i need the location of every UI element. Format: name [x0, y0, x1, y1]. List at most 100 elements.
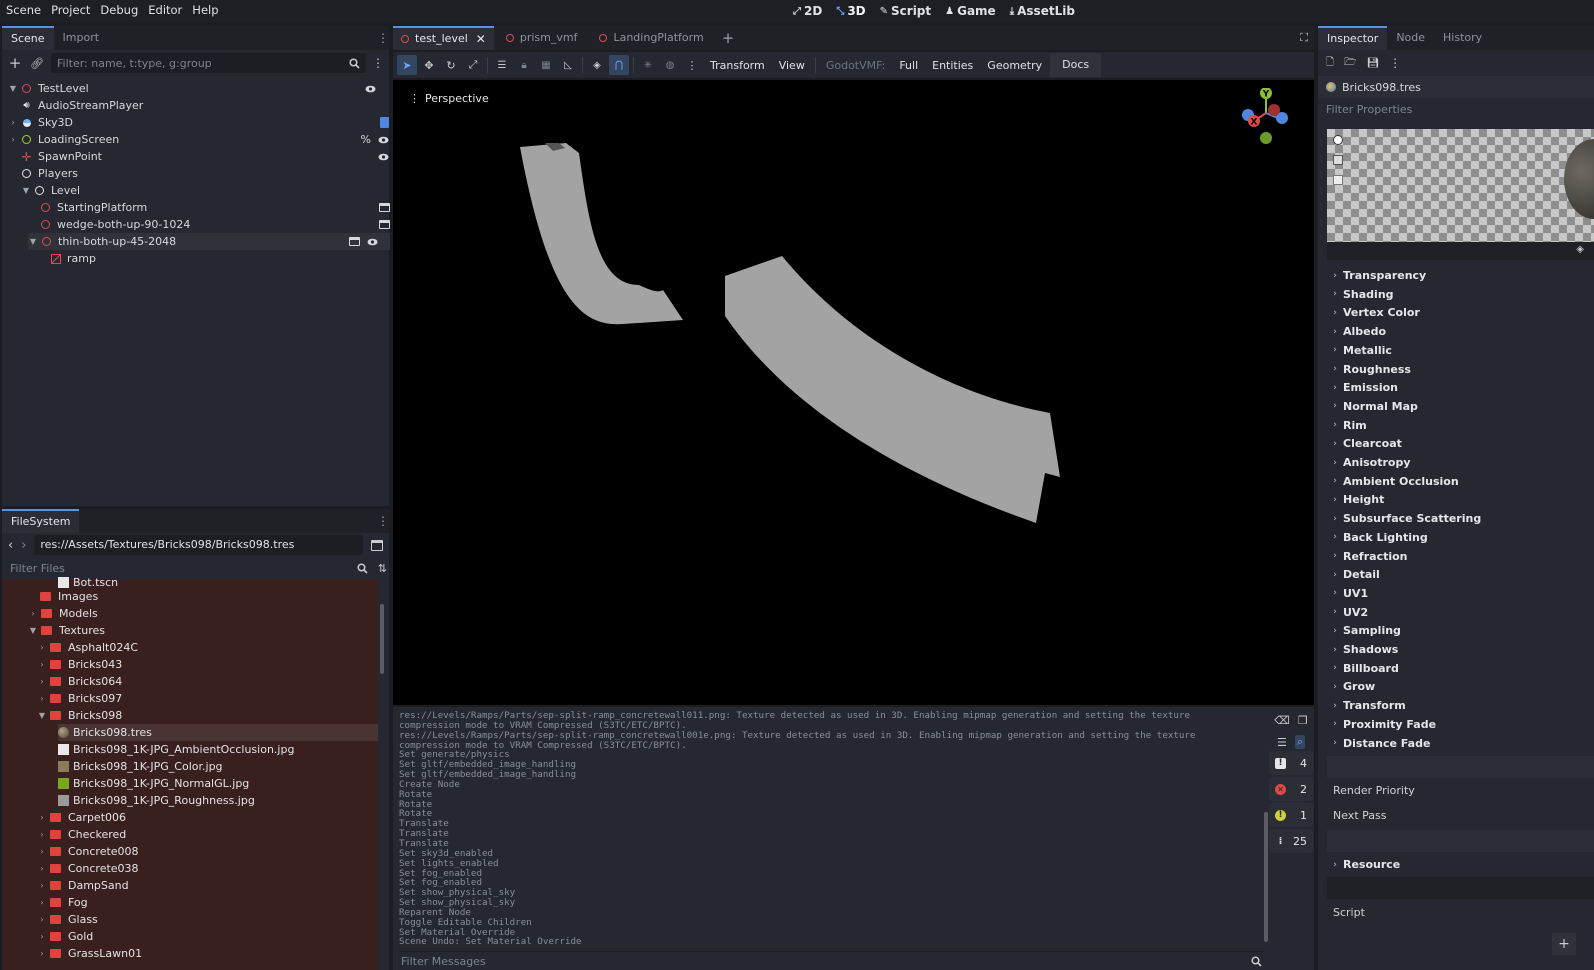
chevron-down-icon[interactable]: ▼	[21, 186, 31, 195]
workspace-game-button[interactable]: ♟ Game	[938, 0, 1003, 22]
workspace-script-button[interactable]: ✎ Script	[873, 0, 939, 22]
chevron-right-icon[interactable]: ›	[8, 118, 18, 127]
visibility-icon[interactable]	[378, 136, 389, 144]
file-row-bricks097[interactable]: › Bricks097	[37, 690, 389, 707]
file-row-bricks064[interactable]: › Bricks064	[37, 673, 389, 690]
file-row-gold[interactable]: › Gold	[37, 928, 389, 945]
godotvmf-full-button[interactable]: Full	[893, 59, 924, 72]
path-input[interactable]: res://Assets/Textures/Bricks098/Bricks09…	[34, 535, 363, 555]
file-row-roughness[interactable]: Bricks098_1K-JPG_Roughness.jpg	[58, 792, 389, 809]
environment-preview-icon[interactable]: ◍	[660, 55, 680, 75]
tree-row-testlevel[interactable]: ▼ TestLevel	[8, 80, 388, 97]
chevron-right-icon[interactable]: ›	[37, 864, 47, 873]
tree-row-audiostreamplayer[interactable]: 🔊︎ AudioStreamPlayer	[21, 97, 401, 114]
ruler-icon[interactable]: ◺	[558, 55, 578, 75]
scene-filter-input[interactable]: Filter: name, t:type, g:group	[51, 53, 366, 73]
view-menu[interactable]: View	[773, 59, 811, 72]
chevron-down-icon[interactable]: ▼	[37, 711, 47, 720]
section-anisotropy[interactable]: › Anisotropy	[1327, 453, 1410, 472]
menu-help[interactable]: Help	[187, 0, 223, 22]
info-toggle[interactable]: ⁞ 25	[1269, 829, 1313, 853]
tab-inspector[interactable]: Inspector	[1318, 26, 1388, 50]
tree-row-spawnpoint[interactable]: ✛ SpawnPoint	[21, 148, 401, 165]
instance-icon[interactable]	[379, 203, 390, 212]
back-icon[interactable]: ‹	[8, 538, 13, 553]
section-normal-map[interactable]: › Normal Map	[1327, 397, 1418, 416]
godotvmf-docs-button[interactable]: Docs	[1050, 53, 1102, 77]
fullscreen-icon[interactable]: ⛶	[1294, 26, 1314, 50]
menu-project[interactable]: Project	[46, 0, 95, 22]
section-distance-fade[interactable]: › Distance Fade	[1327, 734, 1430, 753]
tree-row-thin[interactable]: ▼ thin-both-up-45-2048	[28, 233, 390, 250]
split-view-icon[interactable]	[371, 539, 383, 551]
editor-tab-prism-vmf[interactable]: prism_vmf	[494, 26, 590, 50]
add-node-icon[interactable]: +	[7, 54, 23, 72]
section-grow[interactable]: › Grow	[1327, 677, 1375, 696]
visibility-icon[interactable]	[378, 153, 389, 161]
chevron-right-icon[interactable]: ›	[37, 643, 47, 652]
group-icon[interactable]: ▦	[536, 55, 556, 75]
plane-preview-icon[interactable]	[1333, 175, 1343, 185]
snap-icon[interactable]: ⋂	[609, 55, 629, 75]
file-row-grasslawn[interactable]: › GrassLawn01	[37, 945, 389, 962]
godotvmf-entities-button[interactable]: Entities	[926, 59, 979, 72]
editor-tab-landingplatform[interactable]: LandingPlatform	[589, 26, 713, 50]
cube-preview-icon[interactable]	[1333, 155, 1343, 165]
file-row-bricks098[interactable]: ▼ Bricks098	[37, 707, 389, 724]
tab-history[interactable]: History	[1434, 26, 1491, 50]
open-resource-icon[interactable]: 🗁︎	[1344, 55, 1356, 72]
file-row-color[interactable]: Bricks098_1K-JPG_Color.jpg	[58, 758, 389, 775]
section-albedo[interactable]: › Albedo	[1327, 322, 1386, 341]
file-row-concrete038[interactable]: › Concrete038	[37, 860, 389, 877]
chevron-down-icon[interactable]: ▼	[28, 626, 38, 635]
section-metallic[interactable]: › Metallic	[1327, 341, 1392, 360]
local-space-icon[interactable]: ◈	[587, 55, 607, 75]
transform-menu[interactable]: Transform	[704, 59, 771, 72]
section-roughness[interactable]: › Roughness	[1327, 360, 1411, 379]
section-clearcoat[interactable]: › Clearcoat	[1327, 434, 1402, 453]
section-uv2[interactable]: › UV2	[1327, 603, 1368, 622]
section-subsurface-scattering[interactable]: › Subsurface Scattering	[1327, 509, 1481, 528]
workspace-assetlib-button[interactable]: ⤓ AssetLib	[1003, 0, 1082, 22]
section-shading[interactable]: › Shading	[1327, 285, 1393, 304]
warnings-toggle[interactable]: ! 1	[1269, 803, 1313, 827]
tree-row-ramp[interactable]: ramp	[50, 250, 430, 267]
file-row-textures[interactable]: ▼ Textures	[28, 622, 389, 639]
select-tool-icon[interactable]: ➤	[397, 55, 417, 75]
section-billboard[interactable]: › Billboard	[1327, 659, 1399, 678]
scene-menu-icon[interactable]: ⋮	[372, 56, 384, 70]
section-height[interactable]: › Height	[1327, 490, 1384, 509]
chevron-down-icon[interactable]: ▼	[28, 237, 38, 246]
toolbar-menu-icon[interactable]: ⋮	[682, 55, 702, 75]
errors-toggle[interactable]: ✕ 2	[1269, 777, 1313, 801]
forward-icon[interactable]: ›	[21, 538, 26, 553]
section-back-lighting[interactable]: › Back Lighting	[1327, 528, 1428, 547]
editor-tab-test-level[interactable]: test_level ✕	[393, 26, 494, 50]
chevron-right-icon[interactable]: ›	[37, 847, 47, 856]
tree-row-wedge[interactable]: wedge-both-up-90-1024	[40, 216, 420, 233]
section-emission[interactable]: › Emission	[1327, 378, 1398, 397]
section-resource[interactable]: › Resource	[1327, 855, 1400, 874]
tab-scene[interactable]: Scene	[2, 26, 54, 50]
file-row-dampsand[interactable]: › DampSand	[37, 877, 389, 894]
godotvmf-geometry-button[interactable]: Geometry	[981, 59, 1048, 72]
chevron-right-icon[interactable]: ›	[37, 932, 47, 941]
section-rim[interactable]: › Rim	[1327, 416, 1367, 435]
3d-viewport[interactable]: ⋮ Perspective Y X	[393, 80, 1314, 705]
list-select-icon[interactable]: ☰	[492, 55, 512, 75]
chevron-right-icon[interactable]: ›	[28, 609, 38, 618]
inspected-resource[interactable]: Bricks098.tres	[1318, 76, 1594, 98]
filter-properties-input[interactable]: Filter Properties	[1318, 98, 1594, 122]
chevron-right-icon[interactable]: ›	[37, 898, 47, 907]
file-row-checkered[interactable]: › Checkered	[37, 826, 389, 843]
messages-toggle[interactable]: ! 4	[1269, 751, 1313, 775]
file-row-bricks098-tres[interactable]: Bricks098.tres	[58, 724, 378, 741]
rotate-tool-icon[interactable]: ↻	[441, 55, 461, 75]
chevron-right-icon[interactable]: ›	[8, 135, 18, 144]
file-row-concrete008[interactable]: › Concrete008	[37, 843, 389, 860]
dock-menu-icon[interactable]: ⋮	[377, 509, 389, 533]
filesystem-scrollbar[interactable]	[380, 604, 384, 674]
filter-messages-input[interactable]: Filter Messages	[399, 951, 1264, 970]
preview-env-icon[interactable]: ◈	[1576, 244, 1584, 255]
file-row-images[interactable]: Images	[40, 588, 389, 605]
